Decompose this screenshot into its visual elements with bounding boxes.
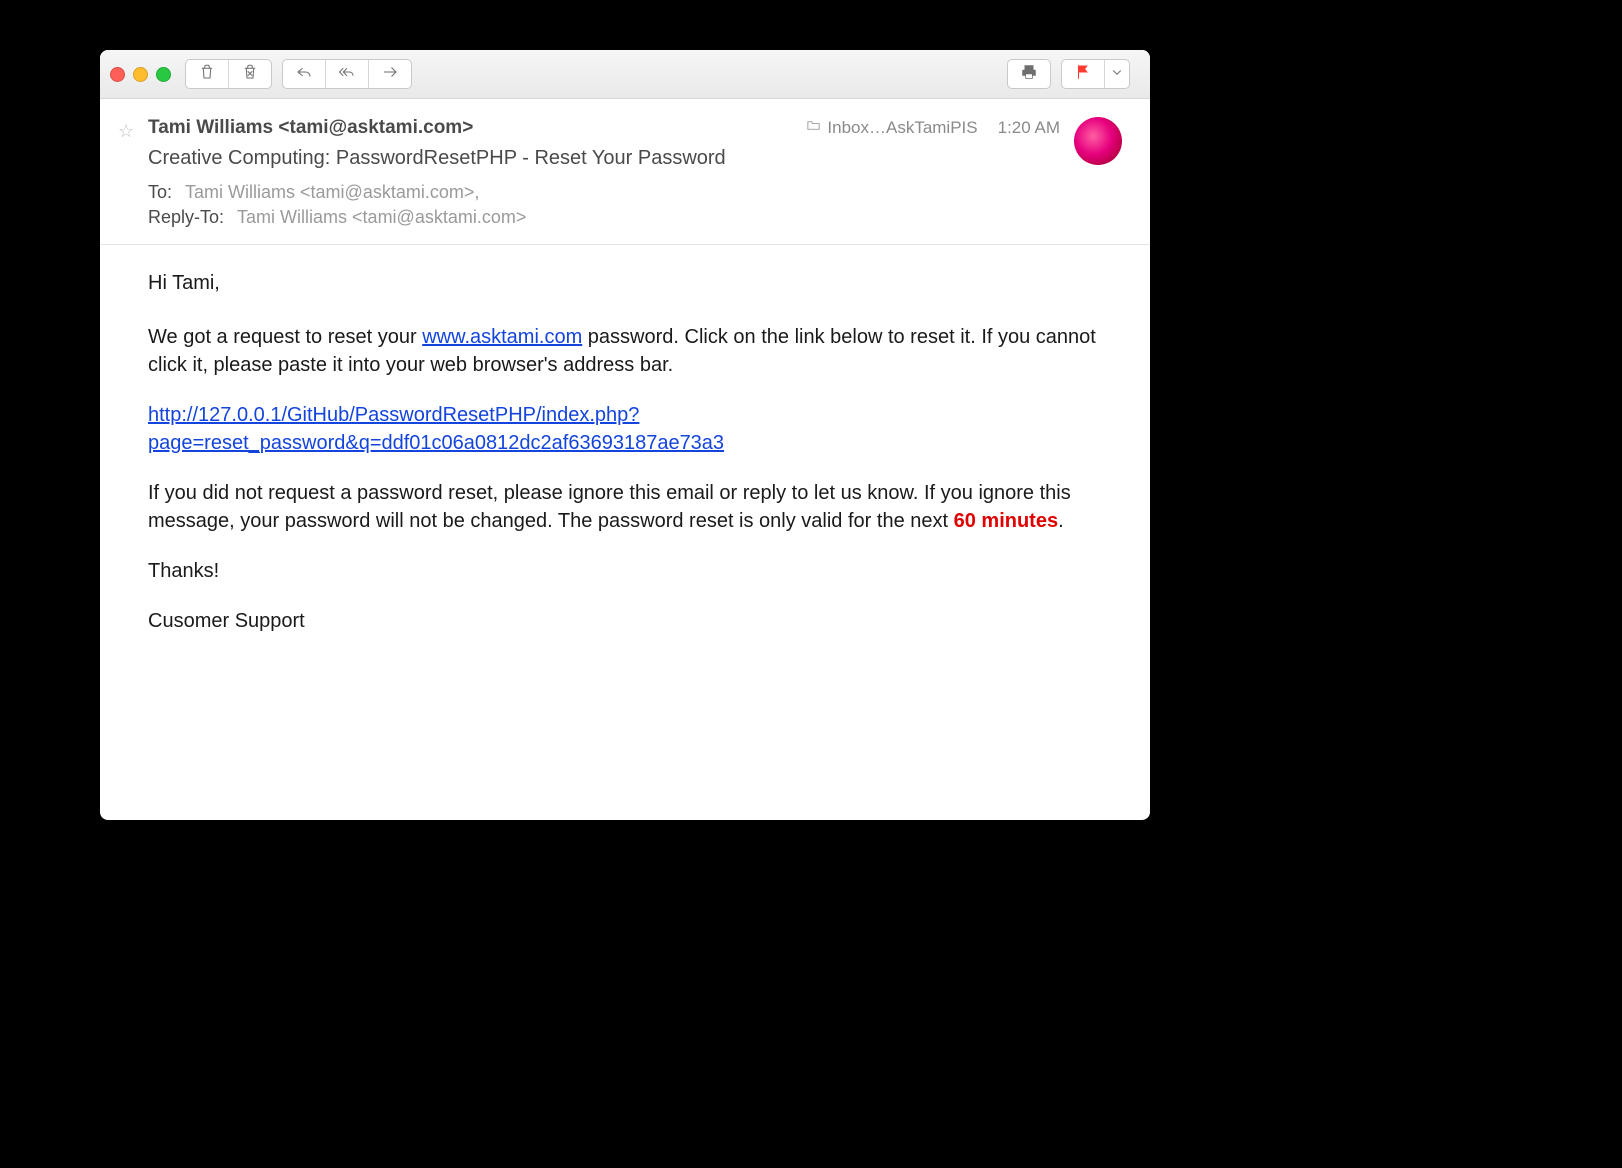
star-icon[interactable]: ☆ xyxy=(118,121,134,142)
from-field: Tami Williams <tami@asktami.com> xyxy=(148,117,473,139)
flag-button[interactable] xyxy=(1062,60,1105,88)
close-window-button[interactable] xyxy=(110,67,125,82)
received-time: 1:20 AM xyxy=(998,118,1060,138)
body-reset-link-paragraph: http://127.0.0.1/GitHub/PasswordResetPHP… xyxy=(148,401,1120,457)
reset-password-link[interactable]: http://127.0.0.1/GitHub/PasswordResetPHP… xyxy=(148,404,724,454)
forward-icon xyxy=(381,63,399,86)
body-thanks: Thanks! xyxy=(148,557,1120,585)
titlebar xyxy=(100,50,1150,99)
junk-icon xyxy=(241,63,259,86)
minimize-window-button[interactable] xyxy=(133,67,148,82)
message-body: Hi Tami, We got a request to reset your … xyxy=(100,245,1150,687)
mail-message-window: ☆ Tami Williams <tami@asktami.com> Inbox… xyxy=(100,50,1150,820)
window-controls xyxy=(110,67,171,82)
to-value: Tami Williams <tami@asktami.com>, xyxy=(185,182,479,202)
folder-icon xyxy=(806,118,821,138)
message-header: ☆ Tami Williams <tami@asktami.com> Inbox… xyxy=(100,99,1150,245)
flag-dropdown-button[interactable] xyxy=(1105,60,1129,88)
reply-group xyxy=(282,59,412,89)
folder-label: Inbox…AskTamiPIS xyxy=(827,118,977,138)
print-button[interactable] xyxy=(1008,60,1050,88)
reply-icon xyxy=(295,63,313,86)
delete-group xyxy=(185,59,272,89)
body-p1-before: We got a request to reset your xyxy=(148,326,422,348)
trash-button[interactable] xyxy=(186,60,229,88)
print-icon xyxy=(1020,63,1038,86)
reply-all-button[interactable] xyxy=(326,60,369,88)
expiry-emphasis: 60 minutes xyxy=(954,510,1058,532)
folder-chip[interactable]: Inbox…AskTamiPIS xyxy=(806,118,977,138)
reply-to-label: Reply-To: xyxy=(148,207,224,227)
reply-to-row: Reply-To: Tami Williams <tami@asktami.co… xyxy=(148,207,1120,228)
to-row: To: Tami Williams <tami@asktami.com>, xyxy=(148,182,1120,203)
flag-icon xyxy=(1074,63,1092,86)
chevron-down-icon xyxy=(1108,63,1126,86)
body-greeting: Hi Tami, xyxy=(148,269,1120,297)
reply-button[interactable] xyxy=(283,60,326,88)
print-group xyxy=(1007,59,1051,89)
reply-all-icon xyxy=(338,63,356,86)
flag-group xyxy=(1061,59,1130,89)
forward-button[interactable] xyxy=(369,60,411,88)
trash-icon xyxy=(198,63,216,86)
junk-button[interactable] xyxy=(229,60,271,88)
site-link[interactable]: www.asktami.com xyxy=(422,326,582,348)
subject-line: Creative Computing: PasswordResetPHP - R… xyxy=(148,147,1120,170)
body-p2-after: . xyxy=(1058,510,1064,532)
body-paragraph-1: We got a request to reset your www.askta… xyxy=(148,323,1120,379)
sender-avatar[interactable] xyxy=(1074,117,1122,165)
to-label: To: xyxy=(148,182,172,202)
body-p2-before: If you did not request a password reset,… xyxy=(148,482,1071,532)
reply-to-value: Tami Williams <tami@asktami.com> xyxy=(237,207,526,227)
body-paragraph-2: If you did not request a password reset,… xyxy=(148,479,1120,535)
body-signature: Cusomer Support xyxy=(148,607,1120,635)
zoom-window-button[interactable] xyxy=(156,67,171,82)
